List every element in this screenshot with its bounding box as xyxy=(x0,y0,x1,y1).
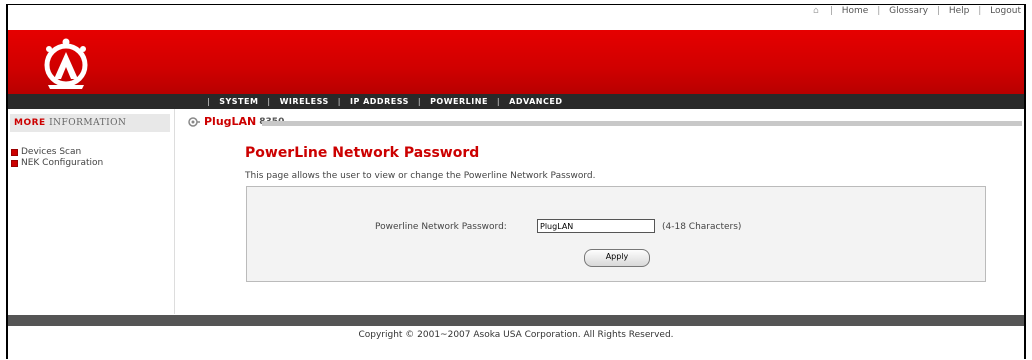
separator: | xyxy=(978,6,982,16)
sidebar-header: MORE INFORMATION xyxy=(10,114,170,132)
sidebar-item-devices-scan[interactable]: Devices Scan xyxy=(11,147,103,158)
sidebar-header-bold: MORE xyxy=(14,118,46,128)
home-icon[interactable]: ⌂ xyxy=(813,7,821,16)
home-link[interactable]: Home xyxy=(842,6,869,16)
page-title: PowerLine Network Password xyxy=(245,145,480,161)
nav-separator: | xyxy=(417,97,422,106)
sidebar: MORE INFORMATION Devices Scan NEK Config… xyxy=(8,109,175,314)
password-form: Powerline Network Password: (4-18 Charac… xyxy=(246,186,986,282)
sidebar-item-label: NEK Configuration xyxy=(21,158,104,168)
sidebar-header-rest: INFORMATION xyxy=(49,118,127,128)
page-description: This page allows the user to view or cha… xyxy=(245,171,596,181)
password-input[interactable] xyxy=(537,219,655,233)
separator: | xyxy=(936,6,940,16)
password-hint: (4-18 Characters) xyxy=(662,222,742,232)
divider xyxy=(262,121,1022,126)
nav-separator: | xyxy=(496,97,501,106)
nav-separator: | xyxy=(337,97,341,106)
sidebar-item-nek-configuration[interactable]: NEK Configuration xyxy=(11,158,103,169)
nav-separator: | xyxy=(207,97,211,106)
top-links: ⌂ | Home | Glossary | Help | Logout xyxy=(810,6,1024,16)
footer-bar xyxy=(8,315,1024,326)
nav-wireless[interactable]: WIRELESS xyxy=(280,97,329,106)
password-label: Powerline Network Password: xyxy=(375,222,507,232)
nav-system[interactable]: SYSTEM xyxy=(219,97,258,106)
apply-button[interactable]: Apply xyxy=(584,249,650,267)
header-banner xyxy=(8,30,1024,94)
nav-powerline[interactable]: POWERLINE xyxy=(430,97,488,106)
separator: | xyxy=(877,6,881,16)
gear-arrow-icon xyxy=(188,116,200,127)
bullet-icon xyxy=(11,149,18,156)
help-link[interactable]: Help xyxy=(949,6,970,16)
glossary-link[interactable]: Glossary xyxy=(889,6,928,16)
nav-ip-address[interactable]: IP ADDRESS xyxy=(350,97,409,106)
nav-advanced[interactable]: ADVANCED xyxy=(509,97,562,106)
bullet-icon xyxy=(11,160,18,167)
copyright: Copyright © 2001~2007 Asoka USA Corporat… xyxy=(358,330,674,340)
sidebar-item-label: Devices Scan xyxy=(21,147,82,157)
logout-link[interactable]: Logout xyxy=(990,6,1021,16)
separator: | xyxy=(829,6,833,16)
product-name: PlugLAN xyxy=(204,115,257,128)
brand-logo xyxy=(44,38,88,89)
main-nav: | SYSTEM | WIRELESS | IP ADDRESS | POWER… xyxy=(8,94,1024,109)
nav-separator: | xyxy=(267,97,271,106)
